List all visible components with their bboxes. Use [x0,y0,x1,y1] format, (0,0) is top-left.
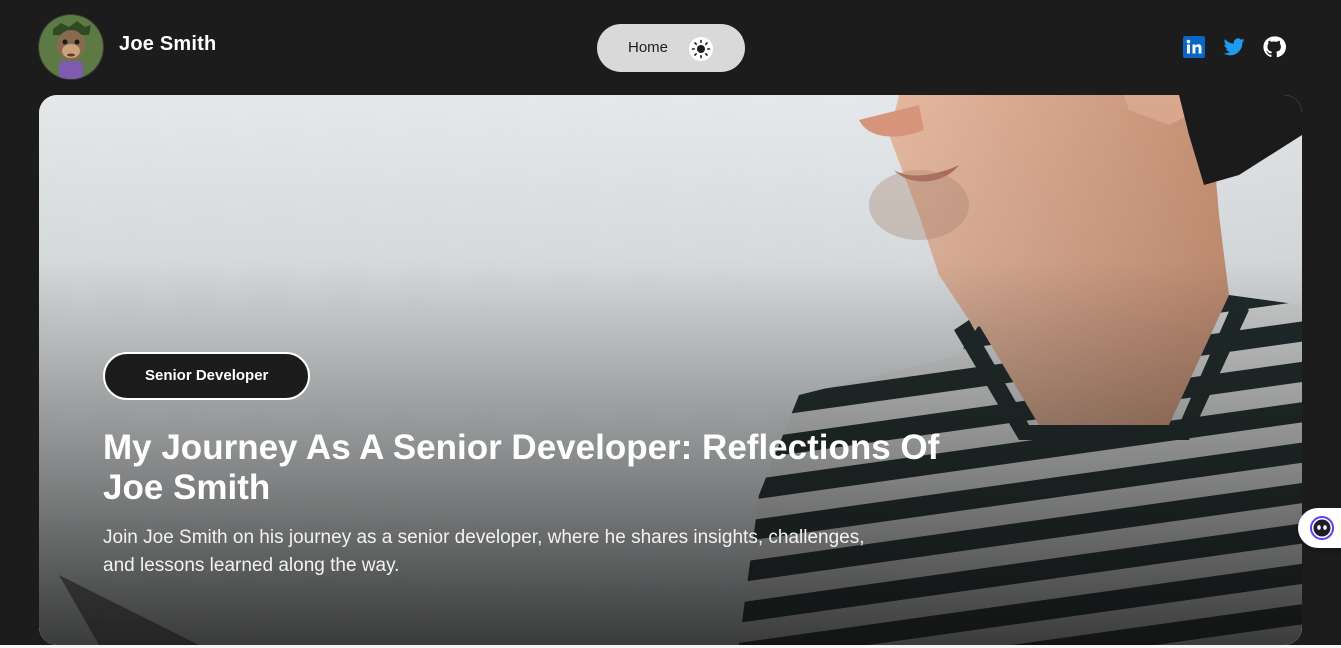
page: Joe Smith Home Senior Developer My Journ… [0,0,1341,648]
nav-home-link[interactable]: Home [628,39,668,56]
linkedin-icon[interactable] [1182,35,1206,59]
site-header: Joe Smith Home [0,0,1341,95]
nav-pill: Home [597,24,745,72]
hero-banner[interactable]: Senior Developer My Journey As A Senior … [39,95,1302,645]
twitter-icon[interactable] [1222,35,1246,59]
sun-icon[interactable] [689,37,713,61]
site-name[interactable]: Joe Smith [119,33,216,56]
hero-description: Join Joe Smith on his journey as a senio… [103,527,865,576]
hero-title[interactable]: My Journey As A Senior Developer: Reflec… [103,428,963,508]
github-icon[interactable] [1262,35,1286,59]
category-tag[interactable]: Senior Developer [103,352,311,400]
ape-avatar-icon[interactable] [39,15,103,79]
chat-assistant-icon[interactable] [1298,508,1341,548]
